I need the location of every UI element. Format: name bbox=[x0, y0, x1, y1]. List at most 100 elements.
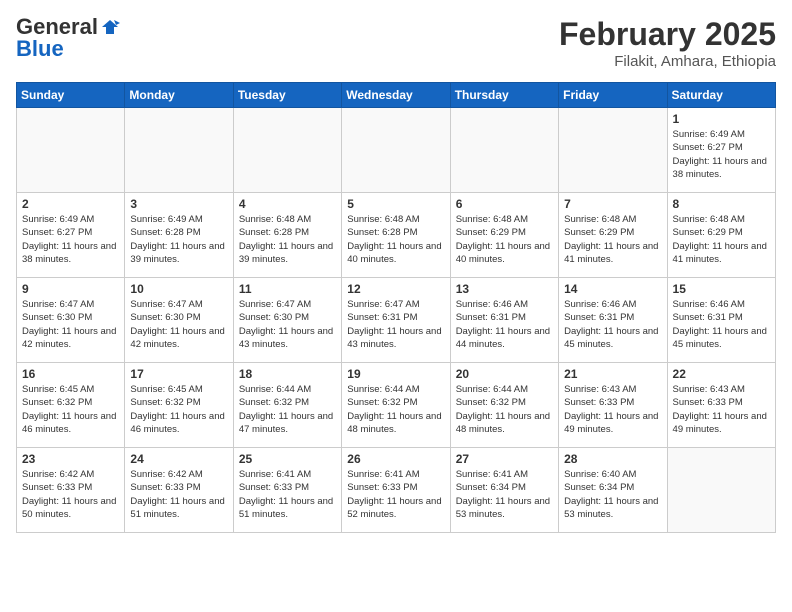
calendar-cell: 7 Sunrise: 6:48 AMSunset: 6:29 PMDaylight… bbox=[559, 193, 667, 278]
day-info: Sunrise: 6:48 AMSunset: 6:29 PMDaylight:… bbox=[456, 213, 553, 266]
weekday-header-saturday: Saturday bbox=[667, 83, 775, 108]
week-row-2: 2 Sunrise: 6:49 AMSunset: 6:27 PMDaylight… bbox=[17, 193, 776, 278]
week-row-5: 23 Sunrise: 6:42 AMSunset: 6:33 PMDayligh… bbox=[17, 448, 776, 533]
calendar-cell: 11 Sunrise: 6:47 AMSunset: 6:30 PMDayligh… bbox=[233, 278, 341, 363]
day-number: 15 bbox=[673, 282, 770, 296]
calendar-cell bbox=[450, 108, 558, 193]
calendar-cell: 15 Sunrise: 6:46 AMSunset: 6:31 PMDayligh… bbox=[667, 278, 775, 363]
day-info: Sunrise: 6:48 AMSunset: 6:29 PMDaylight:… bbox=[673, 213, 770, 266]
calendar-cell: 8 Sunrise: 6:48 AMSunset: 6:29 PMDaylight… bbox=[667, 193, 775, 278]
calendar-table: SundayMondayTuesdayWednesdayThursdayFrid… bbox=[16, 82, 776, 533]
day-info: Sunrise: 6:46 AMSunset: 6:31 PMDaylight:… bbox=[564, 298, 661, 351]
calendar-cell bbox=[125, 108, 233, 193]
calendar-cell: 4 Sunrise: 6:48 AMSunset: 6:28 PMDaylight… bbox=[233, 193, 341, 278]
day-info: Sunrise: 6:43 AMSunset: 6:33 PMDaylight:… bbox=[673, 383, 770, 436]
weekday-header-monday: Monday bbox=[125, 83, 233, 108]
day-info: Sunrise: 6:44 AMSunset: 6:32 PMDaylight:… bbox=[456, 383, 553, 436]
day-info: Sunrise: 6:49 AMSunset: 6:27 PMDaylight:… bbox=[22, 213, 119, 266]
calendar-cell bbox=[342, 108, 450, 193]
day-info: Sunrise: 6:48 AMSunset: 6:29 PMDaylight:… bbox=[564, 213, 661, 266]
calendar-cell: 12Sunrise: 6:47 AMSunset: 6:31 PMDayligh… bbox=[342, 278, 450, 363]
day-info: Sunrise: 6:47 AMSunset: 6:31 PMDaylight:… bbox=[347, 298, 444, 351]
calendar-cell bbox=[17, 108, 125, 193]
calendar-cell: 23 Sunrise: 6:42 AMSunset: 6:33 PMDayligh… bbox=[17, 448, 125, 533]
calendar-cell bbox=[667, 448, 775, 533]
calendar-cell: 3 Sunrise: 6:49 AMSunset: 6:28 PMDaylight… bbox=[125, 193, 233, 278]
day-number: 19 bbox=[347, 367, 444, 381]
day-number: 5 bbox=[347, 197, 444, 211]
calendar-cell: 6 Sunrise: 6:48 AMSunset: 6:29 PMDaylight… bbox=[450, 193, 558, 278]
day-info: Sunrise: 6:44 AMSunset: 6:32 PMDaylight:… bbox=[347, 383, 444, 436]
calendar-cell: 1Sunrise: 6:49 AMSunset: 6:27 PMDaylight… bbox=[667, 108, 775, 193]
day-info: Sunrise: 6:43 AMSunset: 6:33 PMDaylight:… bbox=[564, 383, 661, 436]
day-info: Sunrise: 6:45 AMSunset: 6:32 PMDaylight:… bbox=[130, 383, 227, 436]
logo-blue: Blue bbox=[16, 38, 64, 60]
week-row-4: 16Sunrise: 6:45 AMSunset: 6:32 PMDayligh… bbox=[17, 363, 776, 448]
day-number: 11 bbox=[239, 282, 336, 296]
day-number: 18 bbox=[239, 367, 336, 381]
day-info: Sunrise: 6:48 AMSunset: 6:28 PMDaylight:… bbox=[239, 213, 336, 266]
day-number: 24 bbox=[130, 452, 227, 466]
day-number: 3 bbox=[130, 197, 227, 211]
week-row-1: 1Sunrise: 6:49 AMSunset: 6:27 PMDaylight… bbox=[17, 108, 776, 193]
calendar-title: February 2025 bbox=[559, 16, 776, 53]
calendar-subtitle: Filakit, Amhara, Ethiopia bbox=[559, 53, 776, 70]
day-number: 26 bbox=[347, 452, 444, 466]
weekday-header-thursday: Thursday bbox=[450, 83, 558, 108]
calendar-cell: 27Sunrise: 6:41 AMSunset: 6:34 PMDayligh… bbox=[450, 448, 558, 533]
day-number: 10 bbox=[130, 282, 227, 296]
calendar-cell bbox=[233, 108, 341, 193]
day-info: Sunrise: 6:41 AMSunset: 6:34 PMDaylight:… bbox=[456, 468, 553, 521]
calendar-cell: 26 Sunrise: 6:41 AMSunset: 6:33 PMDayligh… bbox=[342, 448, 450, 533]
calendar-cell: 17 Sunrise: 6:45 AMSunset: 6:32 PMDayligh… bbox=[125, 363, 233, 448]
calendar-cell: 22 Sunrise: 6:43 AMSunset: 6:33 PMDayligh… bbox=[667, 363, 775, 448]
page-header: General Blue February 2025 Filakit, Amha… bbox=[16, 16, 776, 70]
weekday-header-row: SundayMondayTuesdayWednesdayThursdayFrid… bbox=[17, 83, 776, 108]
day-number: 21 bbox=[564, 367, 661, 381]
day-number: 1 bbox=[673, 112, 770, 126]
calendar-cell: 28 Sunrise: 6:40 AMSunset: 6:34 PMDayligh… bbox=[559, 448, 667, 533]
day-info: Sunrise: 6:44 AMSunset: 6:32 PMDaylight:… bbox=[239, 383, 336, 436]
day-info: Sunrise: 6:46 AMSunset: 6:31 PMDaylight:… bbox=[456, 298, 553, 351]
day-info: Sunrise: 6:47 AMSunset: 6:30 PMDaylight:… bbox=[239, 298, 336, 351]
weekday-header-friday: Friday bbox=[559, 83, 667, 108]
logo-general: General bbox=[16, 16, 98, 38]
day-number: 17 bbox=[130, 367, 227, 381]
day-info: Sunrise: 6:48 AMSunset: 6:28 PMDaylight:… bbox=[347, 213, 444, 266]
day-info: Sunrise: 6:42 AMSunset: 6:33 PMDaylight:… bbox=[22, 468, 119, 521]
day-info: Sunrise: 6:45 AMSunset: 6:32 PMDaylight:… bbox=[22, 383, 119, 436]
day-info: Sunrise: 6:47 AMSunset: 6:30 PMDaylight:… bbox=[22, 298, 119, 351]
day-info: Sunrise: 6:41 AMSunset: 6:33 PMDaylight:… bbox=[239, 468, 336, 521]
day-number: 23 bbox=[22, 452, 119, 466]
calendar-cell: 2 Sunrise: 6:49 AMSunset: 6:27 PMDaylight… bbox=[17, 193, 125, 278]
calendar-cell: 16Sunrise: 6:45 AMSunset: 6:32 PMDayligh… bbox=[17, 363, 125, 448]
day-number: 13 bbox=[456, 282, 553, 296]
day-number: 25 bbox=[239, 452, 336, 466]
day-number: 22 bbox=[673, 367, 770, 381]
calendar-cell: 9Sunrise: 6:47 AMSunset: 6:30 PMDaylight… bbox=[17, 278, 125, 363]
day-info: Sunrise: 6:42 AMSunset: 6:33 PMDaylight:… bbox=[130, 468, 227, 521]
title-block: February 2025 Filakit, Amhara, Ethiopia bbox=[559, 16, 776, 70]
day-number: 4 bbox=[239, 197, 336, 211]
calendar-cell bbox=[559, 108, 667, 193]
calendar-cell: 24 Sunrise: 6:42 AMSunset: 6:33 PMDayligh… bbox=[125, 448, 233, 533]
day-info: Sunrise: 6:41 AMSunset: 6:33 PMDaylight:… bbox=[347, 468, 444, 521]
calendar-cell: 5 Sunrise: 6:48 AMSunset: 6:28 PMDaylight… bbox=[342, 193, 450, 278]
day-info: Sunrise: 6:40 AMSunset: 6:34 PMDaylight:… bbox=[564, 468, 661, 521]
calendar-cell: 13 Sunrise: 6:46 AMSunset: 6:31 PMDayligh… bbox=[450, 278, 558, 363]
calendar-cell: 25 Sunrise: 6:41 AMSunset: 6:33 PMDayligh… bbox=[233, 448, 341, 533]
day-number: 7 bbox=[564, 197, 661, 211]
day-info: Sunrise: 6:49 AMSunset: 6:28 PMDaylight:… bbox=[130, 213, 227, 266]
calendar-cell: 10 Sunrise: 6:47 AMSunset: 6:30 PMDayligh… bbox=[125, 278, 233, 363]
day-number: 6 bbox=[456, 197, 553, 211]
day-info: Sunrise: 6:47 AMSunset: 6:30 PMDaylight:… bbox=[130, 298, 227, 351]
day-number: 28 bbox=[564, 452, 661, 466]
day-info: Sunrise: 6:46 AMSunset: 6:31 PMDaylight:… bbox=[673, 298, 770, 351]
day-number: 2 bbox=[22, 197, 119, 211]
day-number: 8 bbox=[673, 197, 770, 211]
day-number: 20 bbox=[456, 367, 553, 381]
calendar-cell: 21 Sunrise: 6:43 AMSunset: 6:33 PMDayligh… bbox=[559, 363, 667, 448]
calendar-cell: 19 Sunrise: 6:44 AMSunset: 6:32 PMDayligh… bbox=[342, 363, 450, 448]
calendar-cell: 18 Sunrise: 6:44 AMSunset: 6:32 PMDayligh… bbox=[233, 363, 341, 448]
calendar-cell: 14Sunrise: 6:46 AMSunset: 6:31 PMDayligh… bbox=[559, 278, 667, 363]
